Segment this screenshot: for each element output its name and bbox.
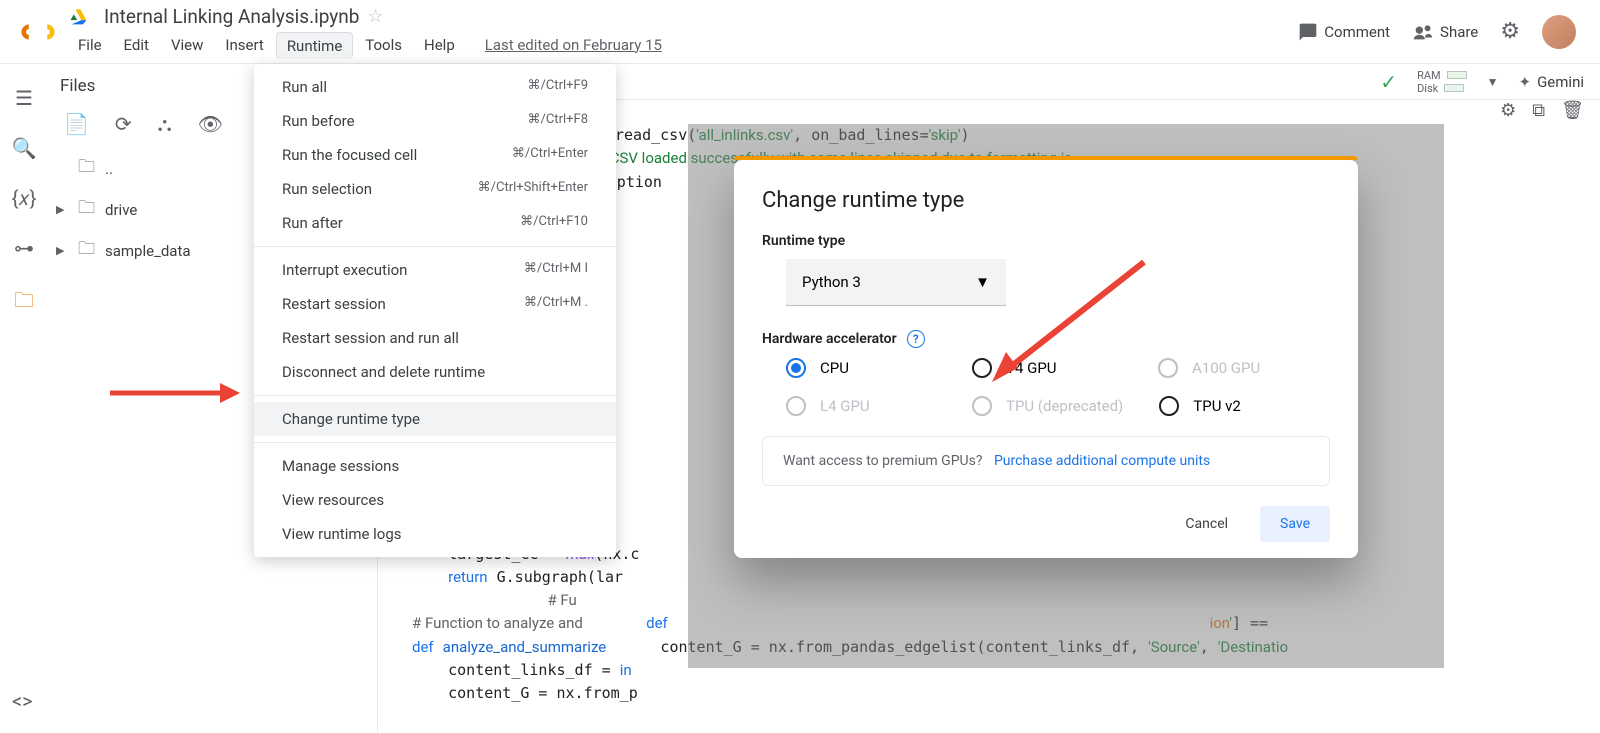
colab-logo bbox=[20, 14, 56, 50]
share-button[interactable]: Share bbox=[1412, 21, 1478, 43]
runtime-menu-item[interactable]: Run before⌘/Ctrl+F8 bbox=[254, 104, 616, 138]
menu-edit[interactable]: Edit bbox=[114, 32, 159, 59]
runtime-menu-item[interactable]: Run the focused cell⌘/Ctrl+Enter bbox=[254, 138, 616, 172]
settings-icon[interactable]: ⚙ bbox=[1500, 19, 1520, 44]
menu-help[interactable]: Help bbox=[414, 32, 465, 59]
files-icon[interactable]: 🗀 bbox=[14, 286, 34, 320]
hw-radio-option: A100 GPU bbox=[1158, 358, 1308, 378]
resource-dropdown-icon[interactable]: ▼ bbox=[1487, 75, 1499, 89]
premium-notice: Want access to premium GPUs? Purchase ad… bbox=[762, 436, 1330, 486]
gemini-button[interactable]: ✦ Gemini bbox=[1519, 73, 1584, 91]
refresh-icon[interactable]: ⟳ bbox=[115, 112, 132, 136]
cell-mirror-icon[interactable]: ⧉ bbox=[1532, 100, 1545, 121]
mount-drive-icon[interactable]: ⛬ bbox=[158, 112, 172, 136]
runtime-dropdown: Run all⌘/Ctrl+F9Run before⌘/Ctrl+F8Run t… bbox=[254, 64, 616, 557]
hw-radio-option[interactable]: TPU v2 bbox=[1159, 396, 1309, 416]
status-check-icon: ✓ bbox=[1380, 70, 1397, 94]
runtime-menu-item[interactable]: Restart session and run all bbox=[254, 321, 616, 355]
annotation-arrow-1 bbox=[110, 378, 240, 408]
runtime-type-select[interactable]: Python 3 ▼ bbox=[786, 259, 1006, 306]
runtime-menu-item[interactable]: Change runtime type bbox=[254, 402, 616, 436]
runtime-menu-item[interactable]: Manage sessions bbox=[254, 449, 616, 483]
cancel-button[interactable]: Cancel bbox=[1173, 506, 1240, 542]
gemini-spark-icon: ✦ bbox=[1519, 73, 1532, 91]
menu-runtime[interactable]: Runtime bbox=[276, 32, 353, 59]
comment-button[interactable]: Comment bbox=[1298, 22, 1390, 42]
cell-toolbar: ⚙ ⧉ 🗑 bbox=[1500, 100, 1584, 121]
left-rail: ☰ 🔍 {𝑥} ⊶ 🗀 bbox=[0, 64, 48, 320]
comment-icon bbox=[1298, 22, 1318, 42]
hw-radio-option: TPU (deprecated) bbox=[972, 396, 1123, 416]
toc-icon[interactable]: ☰ bbox=[15, 86, 33, 110]
share-icon bbox=[1412, 21, 1434, 43]
hw-radio-option: L4 GPU bbox=[786, 396, 936, 416]
notebook-title[interactable]: Internal Linking Analysis.ipynb bbox=[104, 5, 359, 28]
runtime-menu-item[interactable]: Restart session⌘/Ctrl+M . bbox=[254, 287, 616, 321]
menu-view[interactable]: View bbox=[161, 32, 213, 59]
menu-insert[interactable]: Insert bbox=[215, 32, 273, 59]
runtime-menu-item[interactable]: Interrupt execution⌘/Ctrl+M I bbox=[254, 253, 616, 287]
runtime-menu-item[interactable]: Run selection⌘/Ctrl+Shift+Enter bbox=[254, 172, 616, 206]
star-icon[interactable]: ☆ bbox=[367, 6, 383, 27]
menu-tools[interactable]: Tools bbox=[355, 32, 412, 59]
upload-icon[interactable]: 📄 bbox=[64, 112, 89, 136]
runtime-menu-item[interactable]: View resources bbox=[254, 483, 616, 517]
cell-settings-icon[interactable]: ⚙ bbox=[1500, 100, 1516, 121]
runtime-menu-item[interactable]: View runtime logs bbox=[254, 517, 616, 551]
drive-icon bbox=[68, 6, 88, 26]
last-edited[interactable]: Last edited on February 15 bbox=[475, 32, 672, 59]
code-snippets-icon[interactable]: <> bbox=[12, 689, 33, 713]
hidden-files-icon[interactable]: 👁 bbox=[198, 112, 223, 136]
modal-title: Change runtime type bbox=[762, 188, 1330, 213]
resource-meter[interactable]: RAM Disk bbox=[1417, 69, 1467, 95]
save-button[interactable]: Save bbox=[1260, 506, 1330, 542]
runtime-menu-item[interactable]: Run all⌘/Ctrl+F9 bbox=[254, 70, 616, 104]
help-icon[interactable]: ? bbox=[907, 330, 925, 348]
menu-file[interactable]: File bbox=[68, 32, 112, 59]
runtime-menu-item[interactable]: Run after⌘/Ctrl+F10 bbox=[254, 206, 616, 240]
variables-icon[interactable]: {𝑥} bbox=[12, 186, 37, 210]
secrets-icon[interactable]: ⊶ bbox=[14, 236, 34, 260]
purchase-link[interactable]: Purchase additional compute units bbox=[994, 453, 1210, 469]
runtime-menu-item[interactable]: Disconnect and delete runtime bbox=[254, 355, 616, 389]
menubar: File Edit View Insert Runtime Tools Help… bbox=[68, 32, 1282, 59]
cell-delete-icon[interactable]: 🗑 bbox=[1561, 100, 1584, 121]
runtime-type-label: Runtime type bbox=[762, 233, 1330, 249]
search-icon[interactable]: 🔍 bbox=[12, 136, 37, 160]
hw-radio-option[interactable]: CPU bbox=[786, 358, 936, 378]
annotation-arrow-2 bbox=[984, 252, 1154, 392]
avatar[interactable] bbox=[1542, 15, 1576, 49]
top-bar: Internal Linking Analysis.ipynb ☆ File E… bbox=[0, 0, 1600, 64]
